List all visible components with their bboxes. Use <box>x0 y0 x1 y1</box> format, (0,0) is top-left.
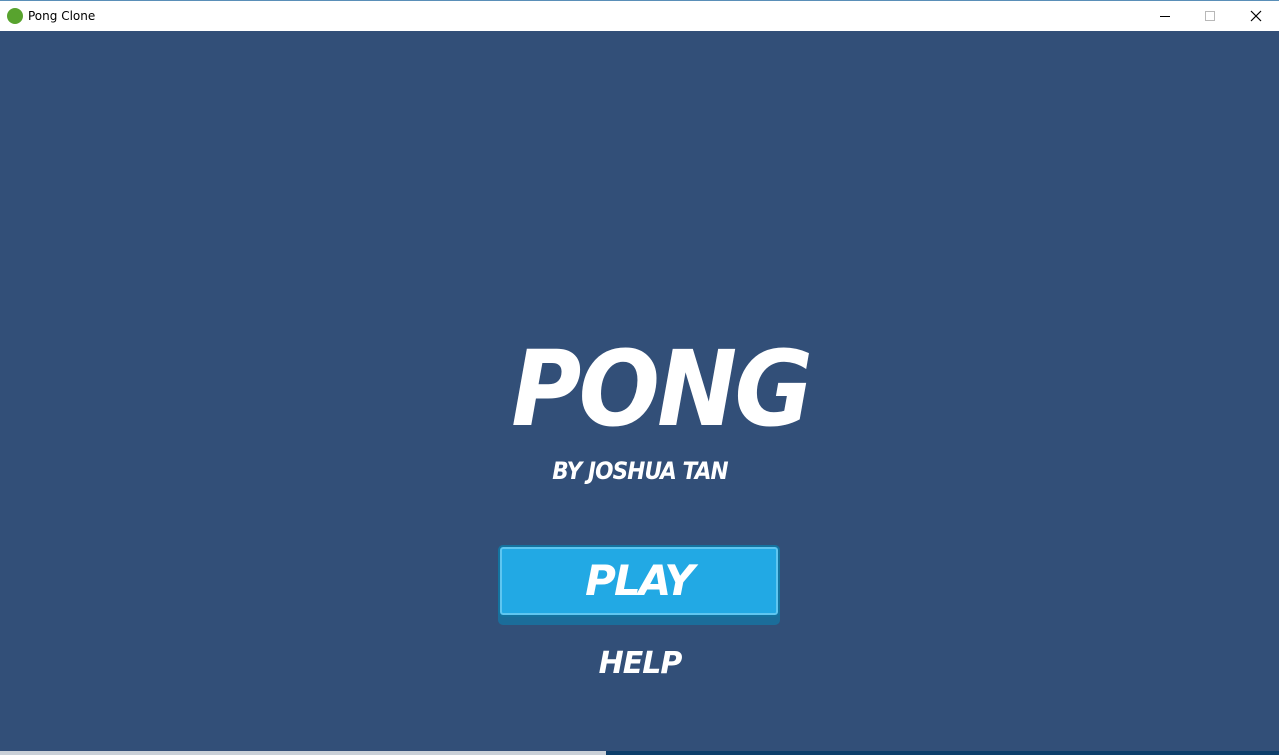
game-canvas: PONG BY JOSHUA TAN PLAY HELP <box>0 31 1279 751</box>
minimize-button[interactable] <box>1142 1 1188 31</box>
window-title: Pong Clone <box>28 9 96 23</box>
play-button[interactable]: PLAY <box>498 545 780 625</box>
close-icon <box>1250 10 1262 22</box>
app-icon <box>7 8 23 24</box>
taskbar-strip-right <box>606 751 1279 755</box>
taskbar-strip-left <box>0 751 606 755</box>
play-button-label: PLAY <box>585 556 695 605</box>
maximize-button[interactable] <box>1187 1 1233 31</box>
window-titlebar[interactable]: Pong Clone <box>0 0 1279 31</box>
game-title: PONG <box>511 328 813 450</box>
close-button[interactable] <box>1233 1 1279 31</box>
help-button[interactable]: HELP <box>580 641 700 687</box>
minimize-icon <box>1160 16 1170 17</box>
author-byline: BY JOSHUA TAN <box>552 457 728 485</box>
maximize-icon <box>1205 11 1215 21</box>
